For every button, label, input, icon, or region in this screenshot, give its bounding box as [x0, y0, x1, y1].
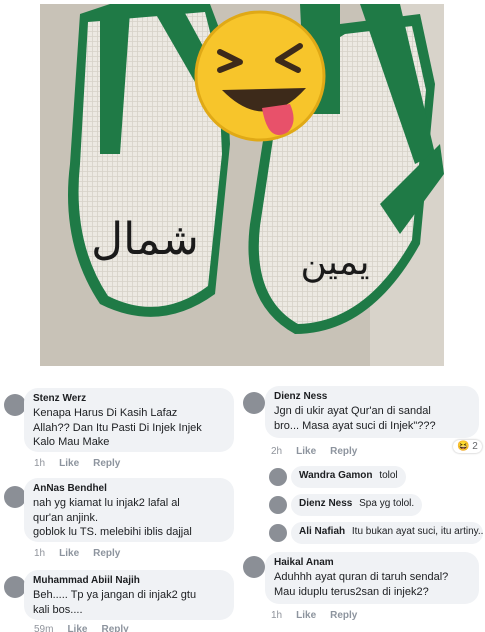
- comment-author[interactable]: Dienz Ness: [274, 391, 470, 402]
- comment-text: Jgn di ukir ayat Qur'an di sandal bro...…: [274, 405, 436, 432]
- like-button[interactable]: Like: [296, 610, 316, 621]
- reply-item: Dienz Ness Spa yg tolol.: [265, 494, 485, 518]
- sandals-illustration: شمال يمين: [40, 4, 444, 366]
- comment-author[interactable]: Haikal Anam: [274, 557, 470, 568]
- reply-author[interactable]: Wandra Gamon: [299, 470, 373, 481]
- comment-time: 2h: [271, 446, 283, 457]
- comment-meta: 1h Like Reply: [34, 458, 120, 469]
- right-sandal-label: يمين: [300, 242, 369, 283]
- reply-text: tolol: [379, 470, 398, 481]
- comment-bubble: Haikal Anam Aduhhh ayat quran di taruh s…: [265, 552, 479, 604]
- avatar[interactable]: [243, 556, 265, 578]
- reply-button[interactable]: Reply: [93, 458, 120, 469]
- comment-bubble: Muhammad Abiil Najih Beh..... Tp ya jang…: [24, 570, 234, 620]
- reply-item: Wandra Gamon tolol: [265, 466, 485, 490]
- comment-text: Aduhhh ayat quran di taruh sendal? Mau i…: [274, 571, 449, 598]
- winking-tongue-face-emoji: [194, 10, 326, 142]
- avatar[interactable]: [4, 486, 26, 508]
- comment-bubble: Dienz Ness Jgn di ukir ayat Qur'an di sa…: [265, 386, 479, 438]
- comment: Dienz Ness Jgn di ukir ayat Qur'an di sa…: [243, 382, 485, 464]
- reaction-badge[interactable]: 😆 2: [453, 440, 482, 453]
- comment-meta: 2h Like Reply: [271, 446, 357, 457]
- comment-text: Kenapa Harus Di Kasih Lafaz Allah?? Dan …: [33, 407, 202, 449]
- reply-bubble: Wandra Gamon tolol: [291, 466, 406, 488]
- reply-button[interactable]: Reply: [93, 548, 120, 559]
- left-comments-screenshot: Stenz Werz Kenapa Harus Di Kasih Lafaz A…: [0, 382, 242, 632]
- like-button[interactable]: Like: [67, 624, 87, 632]
- comment-author[interactable]: Muhammad Abiil Najih: [33, 575, 225, 586]
- like-button[interactable]: Like: [296, 446, 316, 457]
- comment: Muhammad Abiil Najih Beh..... Tp ya jang…: [0, 566, 242, 632]
- comment-meta: 1h Like Reply: [34, 548, 120, 559]
- comment-author[interactable]: Stenz Werz: [33, 393, 225, 404]
- comment-text: Beh..... Tp ya jangan di injak2 gtu kali…: [33, 589, 197, 616]
- comment-meta: 59m Like Reply: [34, 624, 129, 632]
- comment-time: 1h: [34, 458, 46, 469]
- like-button[interactable]: Like: [59, 548, 79, 559]
- laugh-reaction-icon: 😆: [457, 441, 470, 452]
- comment: AnNas Bendhel nah yg kiamat lu injak2 la…: [0, 474, 242, 564]
- reply-button[interactable]: Reply: [101, 624, 128, 632]
- reply-text: Spa yg tolol.: [359, 498, 415, 509]
- reply-text: Itu bukan ayat suci, itu artiny...: [351, 526, 483, 537]
- comment-author[interactable]: AnNas Bendhel: [33, 483, 225, 494]
- reply-bubble: Dienz Ness Spa yg tolol.: [291, 494, 423, 516]
- reply-author[interactable]: Dienz Ness: [299, 498, 352, 509]
- comment-bubble: AnNas Bendhel nah yg kiamat lu injak2 la…: [24, 478, 234, 542]
- avatar[interactable]: [269, 496, 287, 514]
- avatar[interactable]: [269, 468, 287, 486]
- right-comments-screenshot: Dienz Ness Jgn di ukir ayat Qur'an di sa…: [243, 382, 485, 632]
- comment-text: nah yg kiamat lu injak2 lafal al qur'an …: [33, 497, 192, 539]
- like-button[interactable]: Like: [59, 458, 79, 469]
- comment-time: 1h: [271, 610, 283, 621]
- reaction-count: 2: [472, 441, 478, 452]
- comment-time: 59m: [34, 624, 54, 632]
- avatar[interactable]: [4, 576, 26, 598]
- comment-time: 1h: [34, 548, 46, 559]
- comment-bubble: Stenz Werz Kenapa Harus Di Kasih Lafaz A…: [24, 388, 234, 452]
- avatar[interactable]: [4, 394, 26, 416]
- comment-meta: 1h Like Reply: [271, 610, 357, 621]
- reply-item: Ali Nafiah Itu bukan ayat suci, itu arti…: [265, 522, 485, 546]
- comment: Stenz Werz Kenapa Harus Di Kasih Lafaz A…: [0, 382, 242, 472]
- reply-button[interactable]: Reply: [330, 446, 357, 457]
- avatar[interactable]: [243, 392, 265, 414]
- sandals-photo: شمال يمين: [40, 4, 444, 366]
- comment: Haikal Anam Aduhhh ayat quran di taruh s…: [243, 548, 485, 632]
- left-sandal-label: شمال: [91, 214, 199, 265]
- reply-author[interactable]: Ali Nafiah: [299, 526, 345, 537]
- reply-button[interactable]: Reply: [330, 610, 357, 621]
- reply-bubble: Ali Nafiah Itu bukan ayat suci, itu arti…: [291, 522, 483, 544]
- avatar[interactable]: [269, 524, 287, 542]
